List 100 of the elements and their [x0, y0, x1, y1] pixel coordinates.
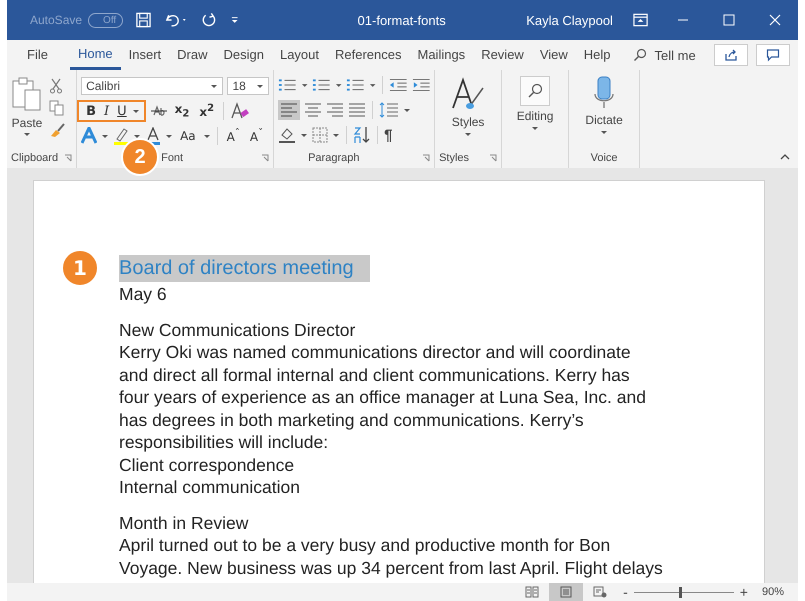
share-icon — [724, 48, 738, 62]
save-icon[interactable] — [135, 11, 152, 29]
menu-tab[interactable]: References — [327, 40, 410, 70]
superscript-button[interactable]: x$^{2}$ — [196, 103, 218, 119]
menu-tab[interactable]: View — [532, 40, 576, 70]
menu-tab[interactable]: Design — [216, 40, 272, 70]
dropdown-caret-icon[interactable] — [403, 108, 412, 112]
strikethrough-icon[interactable] — [150, 104, 168, 118]
customize-icon[interactable] — [230, 14, 240, 26]
menu-tab[interactable]: Draw — [169, 40, 216, 70]
dropdown-caret-icon[interactable] — [300, 82, 308, 88]
dropdown-caret-icon[interactable] — [132, 108, 140, 114]
dropdown-caret-icon[interactable] — [368, 82, 376, 88]
dropdown-caret-icon[interactable] — [332, 132, 340, 138]
document-heading: Board of directors meeting — [119, 254, 370, 282]
group-label: Paragraph — [308, 152, 360, 164]
dropdown-caret-icon[interactable] — [600, 130, 608, 135]
copy-icon[interactable] — [49, 100, 65, 116]
scissors-icon[interactable] — [49, 78, 63, 94]
share-button[interactable] — [714, 44, 748, 66]
dropdown-caret-icon[interactable] — [334, 82, 342, 88]
dialog-launcher-icon[interactable] — [489, 154, 498, 162]
menu-tab[interactable]: Insert — [120, 40, 170, 70]
user-name[interactable]: Kayla Claypool — [526, 12, 613, 28]
group-label: Clipboard — [11, 152, 58, 164]
dictate-button[interactable]: Dictate — [585, 113, 623, 127]
align-left-button[interactable] — [278, 100, 300, 120]
bold-button[interactable]: B — [83, 104, 100, 118]
menu-tab[interactable]: Help — [576, 40, 619, 70]
borders-icon[interactable] — [312, 127, 328, 143]
dropdown-caret-icon[interactable] — [464, 132, 472, 137]
document-title: 01-format-fonts — [356, 12, 447, 28]
web-page-icon — [593, 586, 608, 598]
align-right-icon[interactable] — [326, 103, 344, 117]
dropdown-caret-icon[interactable] — [531, 126, 540, 131]
decrease-indent-icon[interactable] — [388, 77, 408, 93]
paragraph: New Communications Director Kerry Oki was named communications director and will coordinate and direct all formal internal and client communications. Kerry has four years of experience as an office manager at Luna Sea, Inc. and has degrees in both marketing and communications. Kerry’s responsibilities will include: Client correspondence Internal communication — [119, 318, 647, 498]
page-icon — [559, 586, 574, 598]
show-formatting-marks-button[interactable]: ¶ — [384, 126, 392, 144]
justify-icon[interactable] — [348, 103, 366, 117]
menu-tab[interactable]: Layout — [272, 40, 328, 70]
subscript-button[interactable]: x$_{2}$ — [172, 102, 192, 120]
font-size-field[interactable]: 18 — [227, 77, 270, 95]
dialog-launcher-icon[interactable] — [422, 154, 430, 162]
zoom-out-button[interactable]: - — [623, 584, 628, 600]
paintbrush-icon[interactable] — [49, 122, 67, 138]
group-label: Voice — [590, 152, 618, 164]
paragraph: May 6 — [119, 283, 168, 306]
collapse-ribbon-icon[interactable] — [780, 154, 790, 160]
search-icon[interactable] — [520, 76, 550, 106]
italic-button[interactable]: I — [101, 104, 112, 118]
menu-tab[interactable]: Home — [70, 40, 121, 70]
list-icon[interactable] — [278, 77, 297, 93]
sort-icon[interactable] — [353, 126, 372, 144]
clear-formatting-icon[interactable] — [230, 102, 250, 120]
group-label: Font — [161, 152, 184, 164]
dropdown-caret-icon — [210, 84, 218, 88]
microphone-icon[interactable] — [593, 76, 616, 110]
shrink-font-button[interactable]: A$^{ˇ}$ — [246, 128, 266, 144]
dialog-launcher-icon[interactable] — [64, 154, 72, 162]
align-center-icon[interactable] — [304, 103, 322, 117]
comment-icon — [766, 48, 780, 62]
highlighter-icon[interactable] — [113, 127, 130, 145]
dropdown-caret-icon[interactable] — [202, 134, 211, 138]
dialog-launcher-icon[interactable] — [261, 154, 270, 162]
paragraph: Month in Review April turned out to be a very busy and productive month for Bon Voyage. New business was up 34 percent from last April. Flight delays — [119, 512, 664, 579]
menu-tab[interactable]: Review — [473, 40, 532, 70]
line-spacing-icon[interactable] — [379, 102, 400, 118]
list-icon[interactable] — [312, 77, 331, 93]
autosave-label: AutoSave — [30, 13, 82, 27]
grow-font-button[interactable]: A$^{ˆ}$ — [224, 128, 243, 144]
change-case-button[interactable]: Aa — [177, 129, 199, 143]
editing-button[interactable]: Editing — [516, 109, 554, 123]
dropdown-caret-icon[interactable] — [165, 134, 174, 138]
callout-badge: 1 — [61, 249, 99, 287]
redo-icon[interactable] — [200, 11, 218, 29]
list-icon[interactable] — [346, 77, 365, 93]
shading-icon[interactable] — [278, 127, 296, 143]
tell-me-field[interactable]: Tell me — [654, 48, 696, 62]
comments-button[interactable] — [756, 44, 790, 66]
menu-tab[interactable]: File — [19, 40, 56, 70]
menu-tab[interactable]: Mailings — [410, 40, 474, 70]
print-layout-button[interactable] — [549, 583, 584, 601]
book-icon — [525, 586, 540, 598]
text-effects-icon[interactable] — [81, 127, 98, 145]
increase-indent-icon[interactable] — [412, 77, 430, 93]
dropdown-caret-icon[interactable] — [23, 132, 31, 137]
dropdown-caret-icon — [256, 84, 264, 88]
styles-icon[interactable] — [450, 76, 486, 112]
underline-button[interactable]: U — [114, 104, 130, 118]
ribbon-display-icon[interactable] — [632, 13, 648, 27]
dropdown-caret-icon[interactable] — [101, 134, 110, 138]
zoom-percentage: 90% — [762, 586, 784, 598]
zoom-in-button[interactable]: + — [740, 584, 748, 600]
dropdown-caret-icon[interactable] — [300, 132, 308, 138]
styles-button[interactable]: Styles — [452, 115, 484, 129]
font-name-field[interactable]: Calibri — [81, 77, 224, 95]
paste-button[interactable]: Paste — [12, 116, 42, 130]
group-label: Styles — [439, 152, 470, 164]
search-icon — [632, 48, 647, 62]
